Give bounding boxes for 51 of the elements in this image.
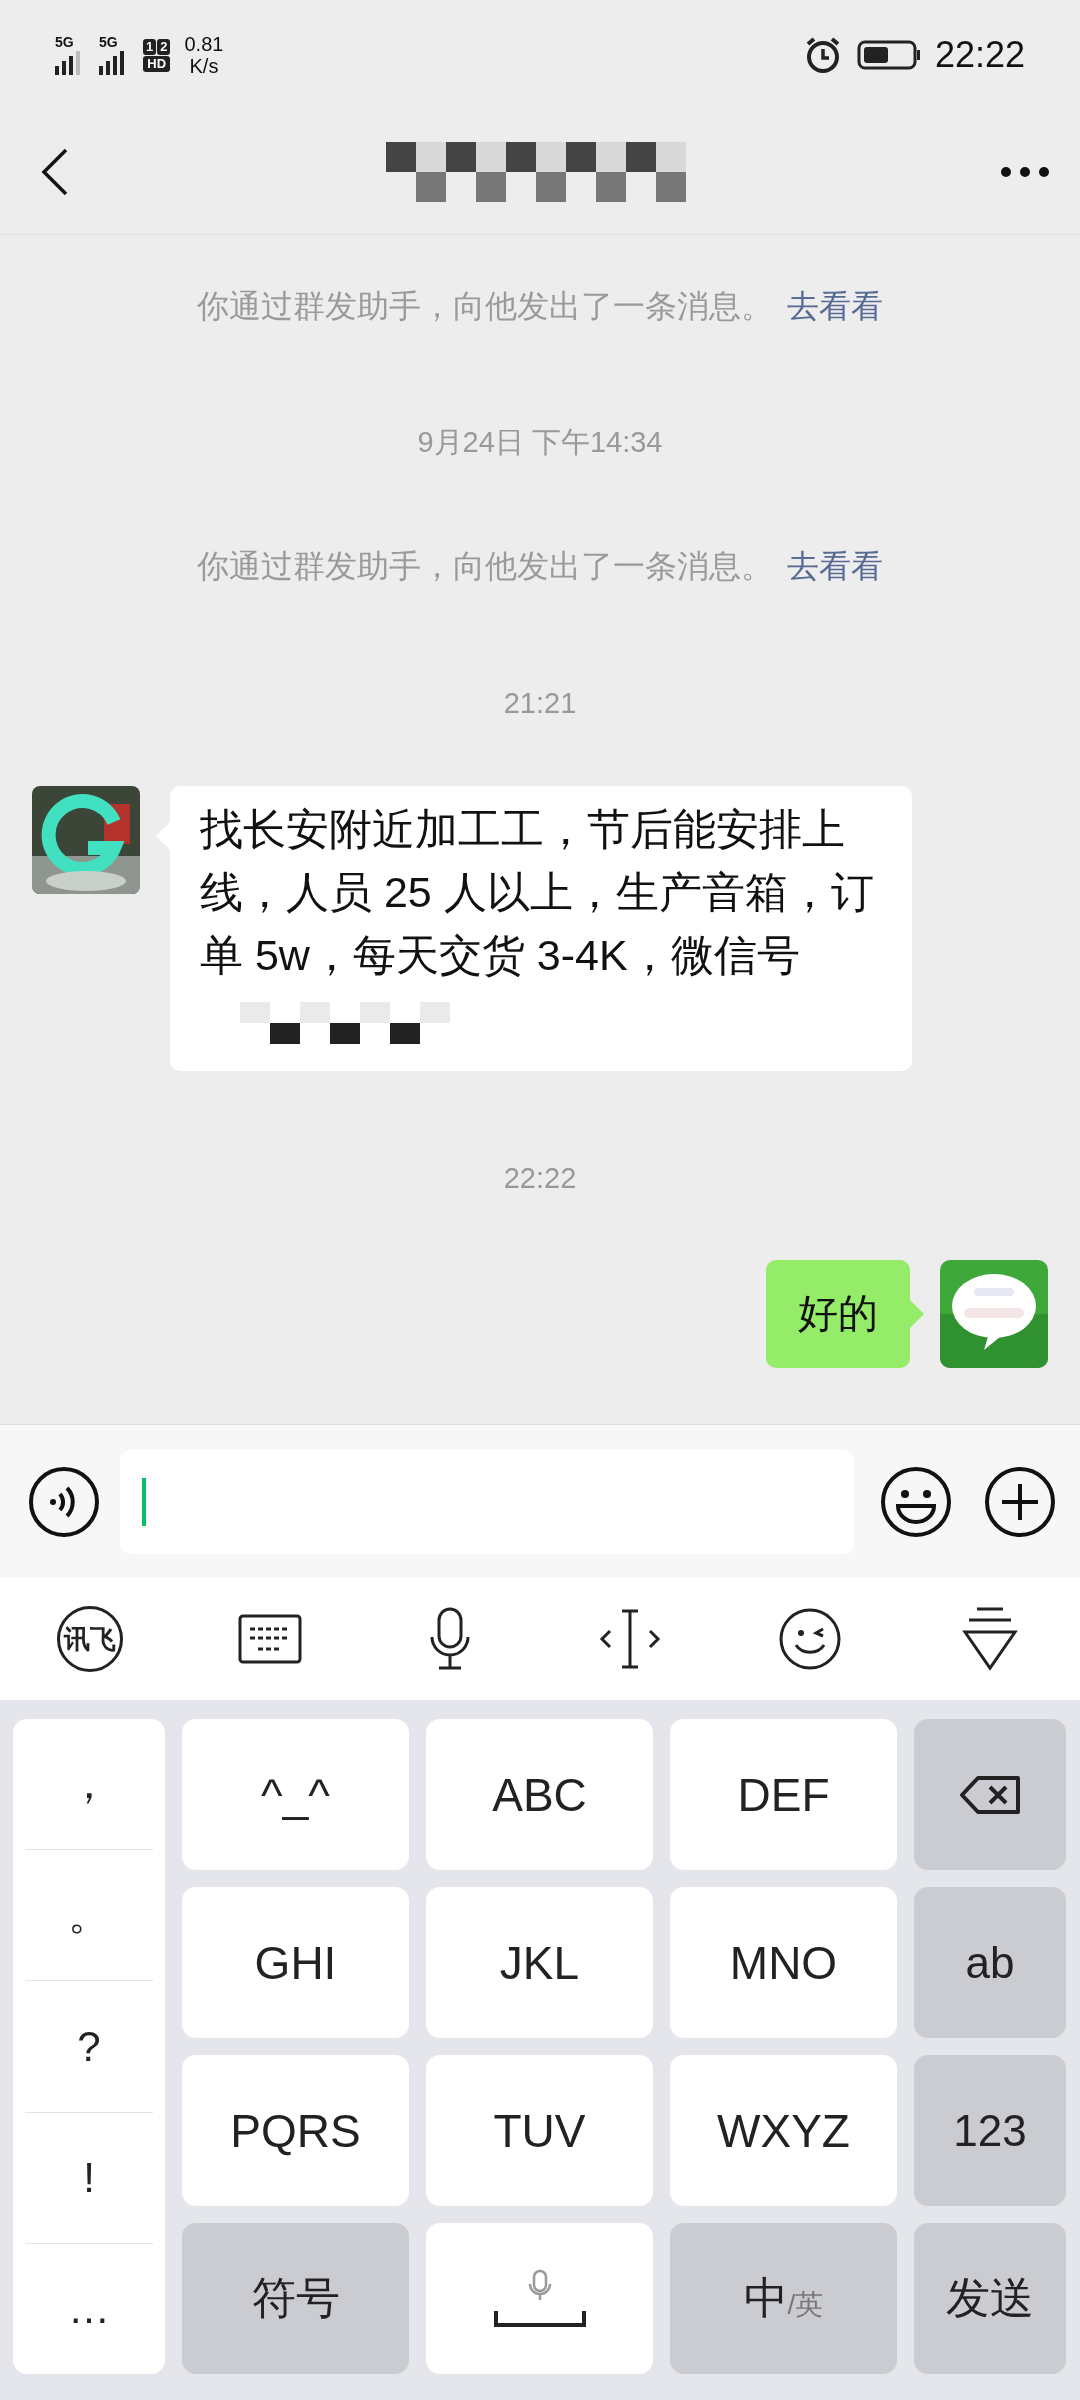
timestamp: 21:21 (503, 686, 577, 720)
delete-key[interactable] (914, 1719, 1066, 1870)
backspace-icon (958, 1774, 1022, 1815)
emoji-button[interactable] (880, 1465, 952, 1538)
keyboard-icon[interactable] (238, 1614, 302, 1664)
view-link[interactable]: 去看看 (787, 548, 883, 584)
timestamp: 22:22 (503, 1161, 577, 1195)
timestamp: 9月24日 下午14:34 (417, 425, 663, 460)
network-type-label: 5G (55, 35, 74, 49)
punctuation-key[interactable]: ? (25, 1981, 153, 2113)
view-link[interactable]: 去看看 (787, 288, 883, 324)
message-input-field[interactable] (120, 1449, 854, 1554)
language-switch-key[interactable]: 中/英 (670, 2223, 897, 2374)
key[interactable]: JKL (426, 1887, 653, 2038)
message-text: 好的 (798, 1291, 878, 1335)
punctuation-key[interactable]: ， (25, 1719, 153, 1851)
punctuation-key[interactable]: ! (25, 2112, 153, 2244)
wink-emoji-icon[interactable] (778, 1607, 842, 1671)
key[interactable]: 123 (914, 2055, 1066, 2206)
punctuation-key[interactable]: 。 (25, 1850, 153, 1982)
add-button[interactable] (984, 1465, 1056, 1538)
key[interactable]: WXYZ (670, 2055, 897, 2206)
key[interactable]: PQRS (182, 2055, 409, 2206)
microphone-icon[interactable] (429, 1607, 471, 1671)
key[interactable]: 发送 (914, 2223, 1066, 2374)
hd-badge: 1 (143, 38, 157, 55)
key[interactable]: TUV (426, 2055, 653, 2206)
key[interactable]: GHI (182, 1887, 409, 2038)
space-bar-icon (491, 2268, 588, 2329)
hd-badge: 2 (157, 38, 171, 55)
voice-button[interactable] (28, 1465, 100, 1538)
cursor-move-icon[interactable] (598, 1608, 662, 1670)
network-type-label: 5G (99, 35, 118, 49)
ime-logo-button[interactable]: 讯飞 (57, 1606, 123, 1672)
key[interactable]: ABC (426, 1719, 653, 1870)
clock-time: 22:22 (934, 34, 1025, 76)
system-notice: 你通过群发助手，向他发出了一条消息。 去看看 (197, 547, 883, 586)
hd-badge: HD (143, 55, 171, 72)
network-speed-unit: K/s (189, 55, 219, 77)
punctuation-key[interactable]: … (25, 2243, 153, 2374)
battery-icon (856, 40, 921, 70)
key[interactable]: 符号 (182, 2223, 409, 2374)
system-notice: 你通过群发助手，向他发出了一条消息。 去看看 (197, 287, 883, 326)
more-button[interactable] (1000, 166, 1050, 178)
key[interactable]: ab (914, 1887, 1066, 2038)
key[interactable]: ^_^ (182, 1719, 409, 1870)
network-speed-value: 0.81 (184, 33, 224, 55)
key[interactable]: MNO (670, 1887, 897, 2038)
collapse-keyboard-icon[interactable] (961, 1606, 1019, 1672)
message-text: 找长安附近加工工，节后能安排上线，人员 25 人以上，生产音箱，订单 5w，每天交货 3-4K，微信号 (200, 805, 874, 979)
key[interactable]: DEF (670, 1719, 897, 1870)
